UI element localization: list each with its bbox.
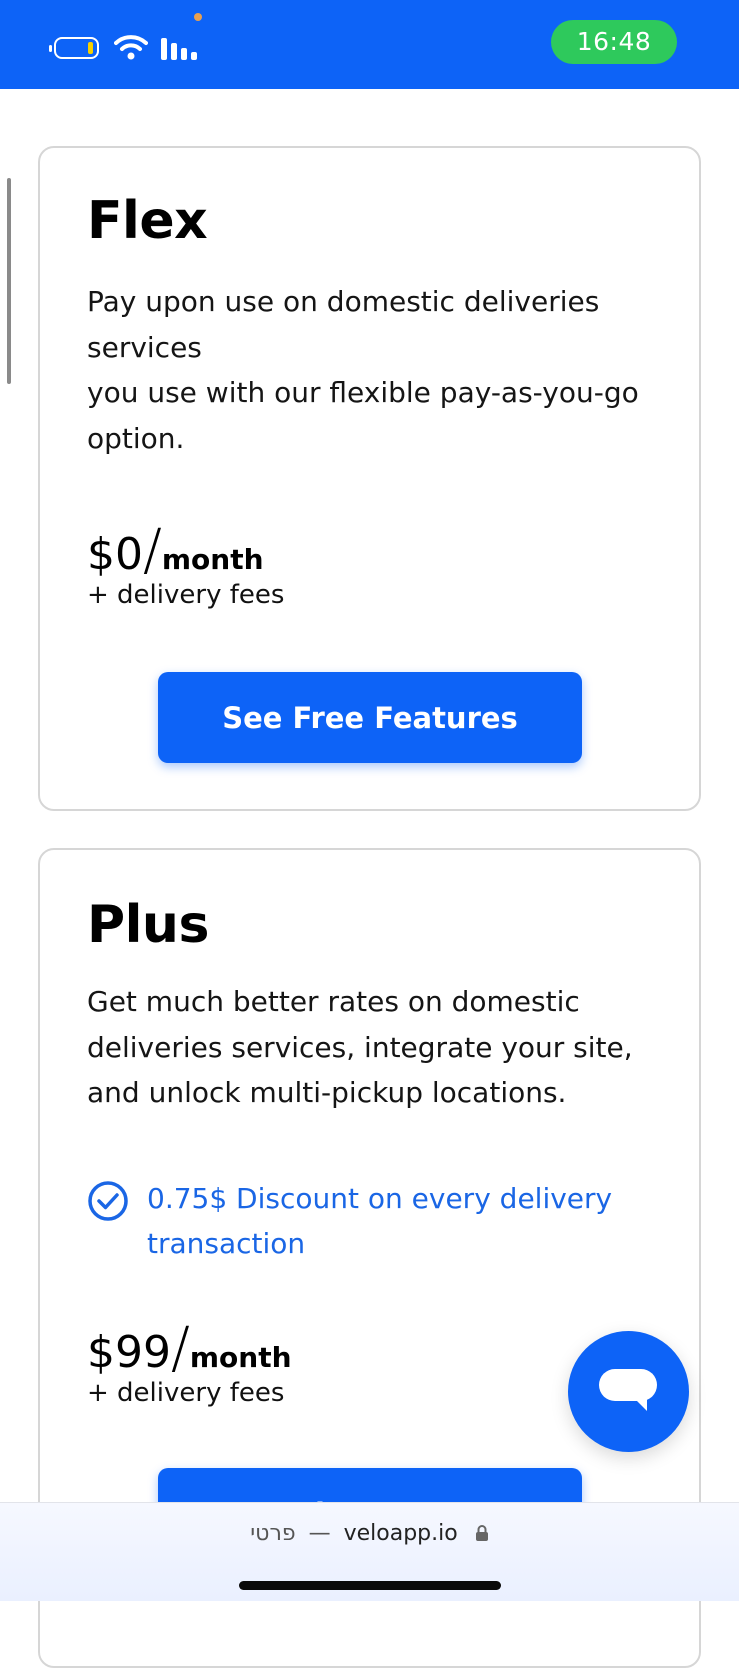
browser-address-bar[interactable]: פרטי — veloapp.io: [0, 1502, 739, 1601]
plan-description: Get much better rates on domestic delive…: [87, 985, 633, 1109]
plan-price: $99/month: [87, 1316, 292, 1381]
plan-title: Plus: [87, 895, 209, 955]
chat-bubble-icon: [599, 1369, 657, 1411]
price-slash: /: [170, 1316, 190, 1381]
price-note: + delivery fees: [87, 580, 285, 610]
cellular-signal-icon: [161, 38, 197, 60]
price-unit: month: [161, 543, 264, 576]
status-time: 16:48: [551, 20, 677, 64]
home-indicator[interactable]: [239, 1581, 501, 1590]
url-separator: —: [308, 1521, 331, 1546]
plan-feature-item: 0.75$ Discount on every delivery transac…: [87, 1176, 647, 1276]
price-amount: $99: [87, 1327, 171, 1378]
battery-level: [88, 42, 93, 54]
status-bar: 16:48: [0, 0, 739, 89]
privacy-indicator-dot: [194, 13, 202, 21]
wifi-icon: [114, 35, 148, 60]
price-amount: $0: [87, 529, 143, 580]
plan-price: $0/month: [87, 518, 264, 583]
battery-low-icon: [49, 37, 99, 59]
check-circle-icon: [88, 1181, 128, 1221]
chat-button[interactable]: [568, 1331, 689, 1452]
see-free-features-button[interactable]: See Free Features: [158, 672, 582, 763]
lock-icon: [475, 1525, 488, 1541]
url-domain: veloapp.io: [343, 1521, 458, 1546]
feature-text: 0.75$ Discount on every delivery transac…: [147, 1182, 613, 1260]
plan-description: Pay upon use on domestic deliveries serv…: [87, 285, 639, 455]
scroll-indicator[interactable]: [7, 178, 11, 384]
price-slash: /: [143, 518, 162, 583]
url-row[interactable]: פרטי — veloapp.io: [0, 1521, 739, 1546]
price-note: + delivery fees: [87, 1378, 285, 1408]
private-mode-label: פרטי: [250, 1521, 296, 1546]
plan-card-flex: Flex Pay upon use on domestic deliveries…: [38, 146, 701, 811]
plan-title: Flex: [87, 191, 208, 251]
price-unit: month: [189, 1341, 292, 1374]
